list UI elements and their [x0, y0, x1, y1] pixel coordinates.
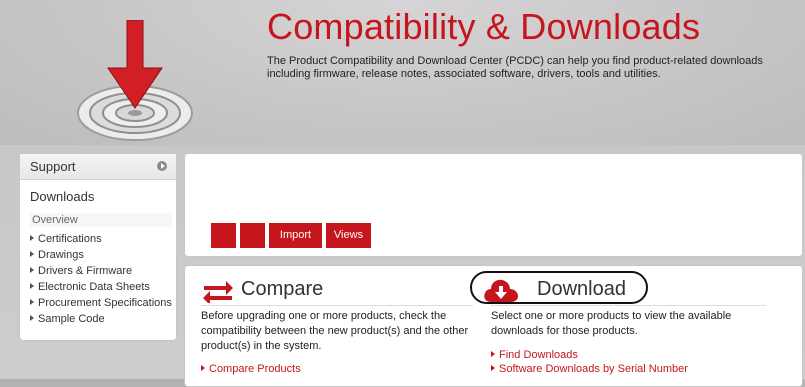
sidebar-item-downloads[interactable]: Downloads	[20, 183, 176, 209]
triangle-right-icon	[30, 283, 34, 289]
sidebar-item-certifications[interactable]: Certifications	[30, 231, 172, 247]
page-title: Compatibility & Downloads	[267, 6, 701, 47]
target-download-icon	[77, 20, 193, 141]
sidebar-downloads-label: Downloads	[30, 189, 95, 204]
sidebar-item-drawings[interactable]: Drawings	[30, 247, 172, 263]
sidebar-subnav: Certifications Drawings Drivers & Firmwa…	[30, 231, 172, 327]
triangle-right-icon	[30, 315, 34, 321]
sidebar-item-label: Drivers & Firmware	[38, 265, 133, 277]
link-label: Software Downloads by Serial Number	[499, 363, 688, 375]
sidebar-item-sample-code[interactable]: Sample Code	[30, 311, 172, 327]
compare-products-link[interactable]: Compare Products	[201, 363, 301, 375]
triangle-right-icon	[491, 365, 495, 371]
tab-views[interactable]: Views	[326, 223, 371, 248]
tab-blank-1[interactable]	[211, 223, 236, 248]
sidebar-support-label: Support	[30, 159, 76, 174]
page-intro: The Product Compatibility and Download C…	[267, 55, 763, 80]
software-downloads-serial-link[interactable]: Software Downloads by Serial Number	[491, 363, 688, 375]
sidebar-item-label: Electronic Data Sheets	[38, 281, 150, 293]
compare-description: Before upgrading one or more products, c…	[201, 310, 469, 352]
link-label: Find Downloads	[499, 349, 578, 361]
banner: Compatibility & Downloads The Product Co…	[0, 0, 805, 145]
sidebar-item-label: Sample Code	[38, 313, 105, 325]
triangle-right-icon	[491, 351, 495, 357]
triangle-right-icon	[30, 251, 34, 257]
chevron-right-icon[interactable]	[157, 161, 167, 171]
compare-divider	[201, 305, 473, 306]
download-description: Select one or more products to view the …	[491, 310, 732, 337]
sidebar-item-procurement-specifications[interactable]: Procurement Specifications	[30, 295, 172, 311]
tab-import[interactable]: Import	[269, 223, 322, 248]
triangle-right-icon	[30, 299, 34, 305]
sidebar-item-overview[interactable]: Overview	[30, 213, 172, 227]
compare-arrows-icon	[203, 281, 233, 303]
download-highlight-oval	[470, 271, 648, 304]
find-downloads-link[interactable]: Find Downloads	[491, 349, 578, 361]
triangle-right-icon	[30, 235, 34, 241]
download-divider	[491, 305, 766, 306]
sidebar-item-support[interactable]: Support	[20, 154, 176, 180]
triangle-right-icon	[201, 365, 205, 371]
compare-title: Compare	[241, 278, 324, 300]
toolbar-panel: Import Views	[184, 153, 803, 257]
sidebar-item-label: Drawings	[38, 249, 84, 261]
sidebar-item-electronic-data-sheets[interactable]: Electronic Data Sheets	[30, 279, 172, 295]
link-label: Compare Products	[209, 363, 301, 375]
sidebar-item-drivers-firmware[interactable]: Drivers & Firmware	[30, 263, 172, 279]
sidebar-item-label: Procurement Specifications	[38, 297, 172, 309]
sidebar-item-label: Certifications	[38, 233, 102, 245]
sidebar: Support Downloads Overview Certification…	[19, 153, 177, 341]
triangle-right-icon	[30, 267, 34, 273]
tab-blank-2[interactable]	[240, 223, 265, 248]
